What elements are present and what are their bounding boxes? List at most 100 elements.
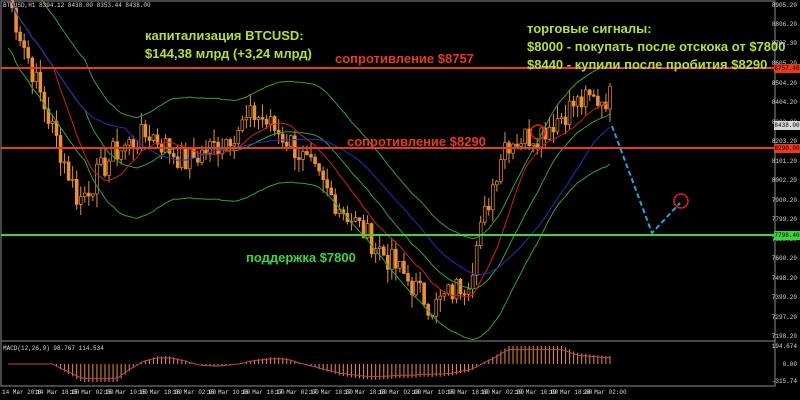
candle-body (171, 153, 176, 158)
candle-body (470, 274, 475, 290)
candle-body (119, 150, 123, 160)
resistance-mid-label: сопротивление $8290 (347, 134, 486, 149)
candle-body (196, 157, 200, 163)
candle-body (293, 135, 297, 158)
candle-body (478, 221, 483, 246)
candle-body (252, 105, 257, 120)
candle-body (588, 89, 592, 96)
macd-label: MACD(12,26,9) 98.767 114.534 (3, 345, 104, 352)
price-tick: 7297.20 (771, 313, 797, 321)
candle-body (377, 246, 382, 249)
candle-body (563, 116, 568, 126)
support-box: 7798.40 (774, 231, 800, 240)
candle-body (442, 293, 447, 297)
candle-body (329, 187, 333, 196)
candle-body (240, 119, 245, 131)
candle-body (531, 143, 535, 146)
candle-body (474, 245, 479, 276)
candle-body (248, 105, 253, 118)
candle-body (78, 196, 83, 205)
candle-body (107, 160, 111, 176)
candle-body (325, 179, 329, 189)
candle-body (369, 223, 374, 255)
candle-body (103, 157, 107, 176)
candle-body (151, 134, 156, 141)
candle-body (515, 143, 519, 147)
candle-body (434, 298, 439, 317)
candle-body (398, 260, 402, 269)
candle-body (285, 141, 289, 147)
candle-body (353, 217, 358, 222)
candle-body (70, 178, 75, 181)
candle-body (244, 117, 249, 121)
symbol-info: BTCUSD,H1 8394.12 8438.00 8353.44 8438.0… (3, 2, 151, 9)
candle-body (26, 47, 30, 59)
candle-body (559, 116, 564, 119)
candle-body (503, 142, 507, 161)
candle-body (555, 118, 560, 133)
capitalization-value: $144,38 млрд (+3,24 млрд) (145, 46, 312, 61)
candle-body (95, 163, 99, 195)
candle-body (608, 85, 612, 110)
candle-body (256, 117, 261, 120)
candle-body (127, 139, 131, 146)
candle-body (163, 138, 168, 153)
candle-body (414, 280, 418, 296)
candle-body (482, 205, 487, 223)
candle-body (450, 284, 455, 300)
candle-body (462, 293, 467, 296)
price-tick: 7498.20 (771, 274, 797, 282)
candle-body (592, 94, 596, 97)
candle-body (131, 139, 136, 149)
candle-body (74, 178, 79, 205)
candle-body (547, 126, 552, 140)
candle-body (236, 130, 241, 145)
candle-body (99, 157, 103, 165)
resistance-mid-box: 8290.00 (774, 144, 800, 153)
capitalization-title: капитализация BTCUSD: (145, 28, 304, 43)
support-label: поддержка $7800 (246, 250, 356, 265)
candle-body (337, 209, 342, 214)
candle-body (466, 288, 471, 295)
candle-body (446, 284, 451, 295)
candle-body (111, 141, 115, 162)
candle-body (579, 96, 584, 108)
candle-body (30, 57, 35, 83)
candle-body (143, 124, 148, 138)
candle-body (50, 120, 55, 124)
candle-body (22, 40, 26, 48)
candle-body (305, 151, 309, 155)
price-tick: 8504.20 (771, 79, 797, 87)
candle-body (91, 193, 95, 197)
candle-body (422, 282, 426, 305)
resistance-top-box: 8757.40 (774, 64, 800, 73)
price-tick: 7799.20 (771, 216, 797, 224)
candle-body (179, 147, 184, 168)
candle-body (527, 128, 531, 146)
price-tick: 7198.20 (771, 333, 797, 340)
price-tick: 7600.20 (771, 255, 797, 263)
candle-body (66, 161, 71, 181)
candle-body (204, 149, 208, 154)
candle-body (390, 248, 394, 270)
candle-body (232, 143, 237, 147)
candle-body (301, 151, 305, 160)
candle-body (38, 71, 43, 93)
candle-body (264, 118, 269, 125)
macd-tick-zero: 0.00 (782, 361, 797, 368)
candle-body (289, 135, 293, 147)
candle-body (458, 278, 463, 295)
candle-body (321, 170, 325, 180)
price-tick: 7900.20 (771, 196, 797, 204)
price-tick: 8806.20 (771, 21, 797, 29)
candle-body (87, 192, 91, 197)
signal-buy-rebound: $8000 - покупать после отскока от $7800 (527, 39, 786, 54)
price-tick: 8404.20 (771, 99, 797, 107)
resistance-top-label: сопротивление $8757 (335, 51, 474, 66)
candle-body (175, 156, 180, 168)
candle-body (575, 96, 580, 107)
candle-body (438, 295, 443, 300)
candle-body (519, 143, 523, 147)
candle-body (280, 133, 285, 143)
candle-body (491, 184, 495, 211)
